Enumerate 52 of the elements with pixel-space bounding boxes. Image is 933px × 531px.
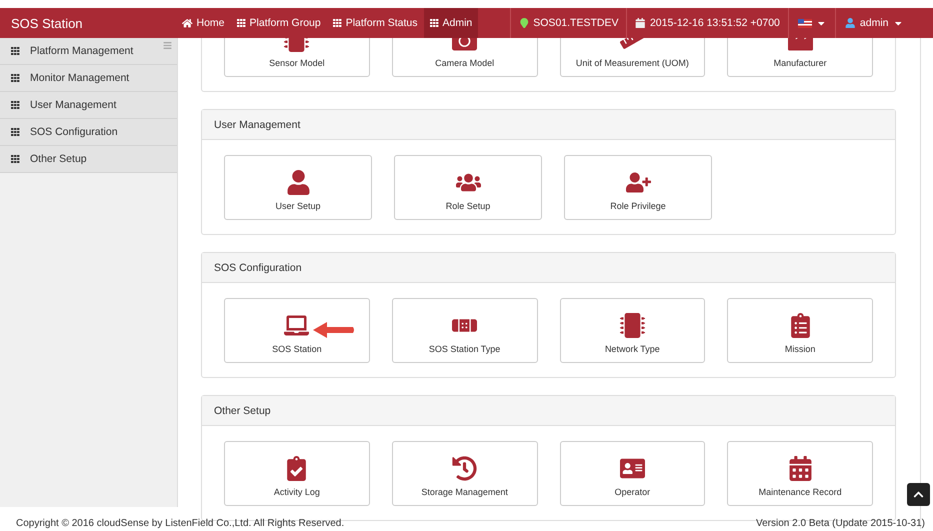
- user-icon: [286, 170, 310, 195]
- pin-icon: [518, 18, 530, 28]
- grid-icon: [11, 128, 20, 136]
- calendar-icon: [635, 18, 646, 28]
- menu-tile[interactable]: SOS Station Type: [392, 298, 538, 363]
- nav-link[interactable]: Platform Status: [326, 8, 424, 38]
- panel-heading: SOS Configuration: [202, 253, 895, 283]
- sidebar-item[interactable]: Other Setup: [0, 146, 177, 173]
- sidebar-item[interactable]: Platform Management: [0, 38, 177, 65]
- sidebar-item[interactable]: User Management: [0, 92, 177, 119]
- pointer-arrow: [313, 321, 355, 339]
- contact-card-icon: [620, 456, 645, 481]
- add-user-icon: [626, 170, 650, 195]
- sidebar-item[interactable]: SOS Configuration: [0, 119, 177, 146]
- grid-icon: [236, 19, 246, 27]
- nav-link[interactable]: Home: [176, 8, 231, 38]
- home-icon: [182, 18, 192, 28]
- menu-tile[interactable]: Manufacturer: [727, 38, 873, 77]
- menu-tile[interactable]: SOS Station: [224, 298, 370, 363]
- menu-tile[interactable]: Sensor Model: [224, 38, 370, 77]
- brand-title: SOS Station: [10, 14, 84, 32]
- panel-heading: Other Setup: [202, 396, 895, 426]
- menu-tile[interactable]: Maintenance Record: [727, 441, 873, 506]
- grid-icon: [11, 47, 20, 55]
- menu-tile[interactable]: Role Privilege: [564, 155, 712, 220]
- calendar-icon: [788, 456, 813, 481]
- menu-tile[interactable]: Mission: [727, 298, 873, 363]
- chevron-up-icon: [913, 489, 924, 500]
- menu-tile[interactable]: Activity Log: [224, 441, 370, 506]
- nav-link[interactable]: Platform Group: [230, 8, 327, 38]
- user-icon: [845, 18, 856, 28]
- menu-tile[interactable]: Operator: [560, 441, 706, 506]
- grid-icon: [430, 19, 438, 27]
- history-icon: [452, 456, 478, 481]
- menu-tile[interactable]: Storage Management: [392, 441, 538, 506]
- menu-tile[interactable]: Camera Model: [392, 38, 538, 77]
- scroll-top-button[interactable]: [907, 483, 930, 506]
- grid-icon: [332, 19, 342, 27]
- grid-icon: [11, 101, 20, 109]
- menu-tile[interactable]: Network Type: [560, 298, 706, 363]
- menu-tile[interactable]: Unit of Measurement (UOM): [560, 38, 706, 77]
- laptop-icon: [284, 313, 310, 338]
- grid-icon: [11, 74, 20, 82]
- nav-link[interactable]: Admin: [424, 8, 478, 38]
- sidebar-item[interactable]: Monitor Management: [0, 65, 177, 92]
- grid-icon: [11, 155, 20, 163]
- menu-tile[interactable]: Role Setup: [394, 155, 542, 220]
- version-text: Version 2.0 Beta (Update 2015-10-31): [756, 518, 925, 529]
- copyright-text: Copyright © 2016 cloudSense by ListenField Co.,Ltd. All Rights Reserved.: [16, 518, 344, 529]
- flag-icon: [798, 18, 812, 28]
- panel-heading: User Management: [202, 110, 895, 140]
- menu-tile[interactable]: User Setup: [224, 155, 372, 220]
